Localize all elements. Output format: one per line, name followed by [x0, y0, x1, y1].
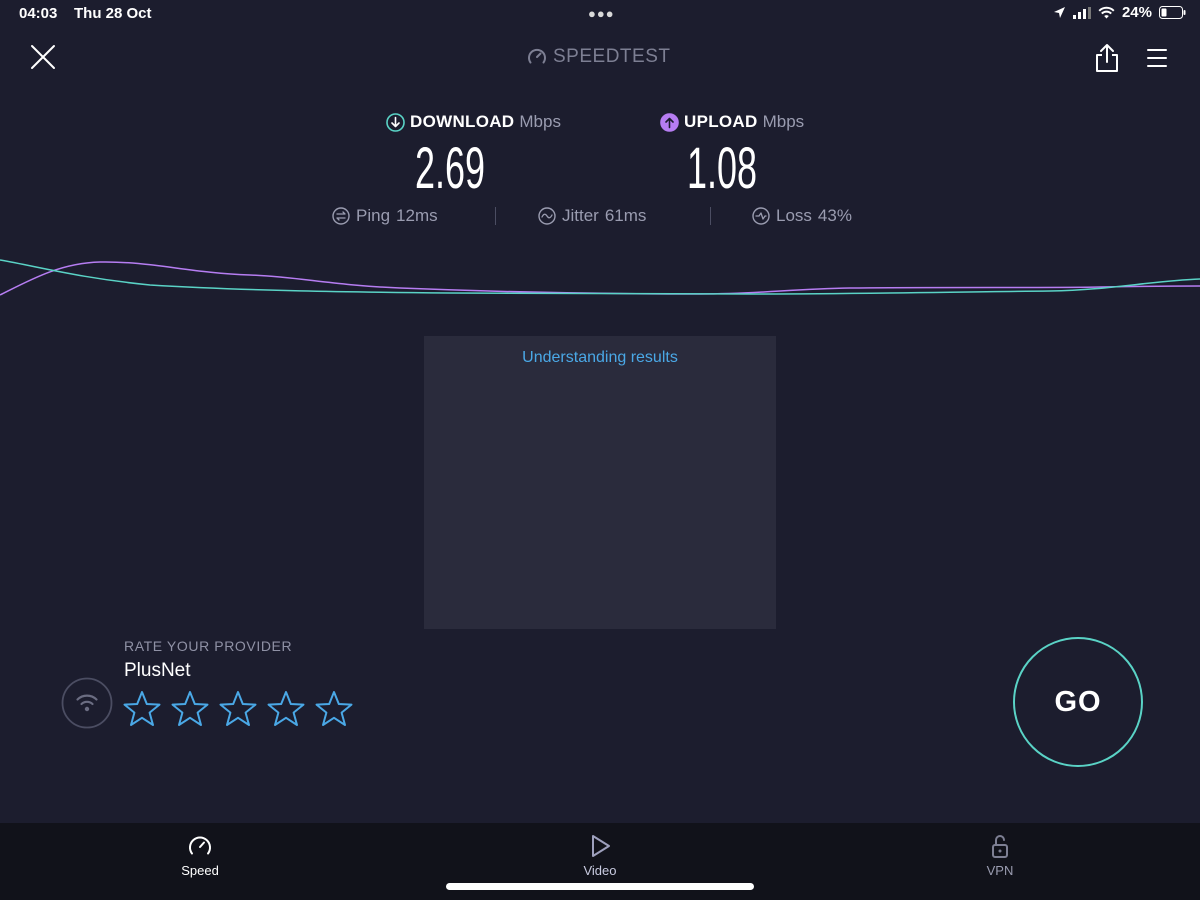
upload-speed-line: [0, 261, 1200, 296]
multitasking-dots[interactable]: ●●●: [588, 6, 615, 21]
download-arrow-icon: [386, 112, 405, 132]
ad-panel: Understanding results: [424, 336, 776, 629]
loss-label: Loss: [776, 206, 812, 225]
unlock-icon: [992, 835, 1008, 858]
rate-provider-label: RATE YOUR PROVIDER: [124, 638, 293, 654]
cellular-signal-icon: [1072, 6, 1091, 19]
download-header: DOWNLOAD Mbps: [386, 112, 561, 132]
play-icon: [592, 835, 610, 857]
go-label: GO: [1054, 685, 1102, 718]
location-icon: [1053, 7, 1065, 18]
status-icons: 24%: [1053, 4, 1186, 21]
battery-icon: [1159, 6, 1186, 19]
tab-video-label: Video: [583, 863, 617, 878]
upload-arrow-icon: [660, 112, 679, 132]
tab-video[interactable]: Video: [540, 833, 660, 878]
battery-percentage: 24%: [1121, 4, 1152, 21]
status-date: Thu 28 Oct: [74, 5, 152, 22]
ping-stat[interactable]: Ping 12ms: [332, 206, 438, 226]
upload-header: UPLOAD Mbps: [660, 112, 804, 132]
ping-value: 12ms: [396, 206, 438, 225]
speed-graph: [0, 259, 1200, 296]
jitter-value: 61ms: [604, 206, 647, 225]
speedometer-icon: [189, 836, 211, 855]
download-label: DOWNLOAD: [410, 112, 515, 131]
tab-speed-label: Speed: [181, 863, 219, 878]
wifi-icon: [1098, 6, 1115, 19]
download-unit: Mbps: [519, 112, 561, 131]
upload-unit: Mbps: [762, 112, 805, 131]
tab-speed[interactable]: Speed: [140, 833, 260, 878]
jitter-stat[interactable]: Jitter 61ms: [538, 206, 646, 226]
understanding-results-link[interactable]: Understanding results: [424, 349, 776, 367]
star-icon[interactable]: [171, 690, 209, 728]
close-icon[interactable]: [28, 42, 58, 72]
app-logo: SPEEDTEST: [527, 46, 670, 68]
divider: [710, 207, 711, 225]
download-speed-line: [0, 259, 1200, 295]
packet-loss-icon: [752, 207, 770, 225]
download-value: 2.69: [414, 136, 485, 201]
home-indicator[interactable]: [446, 883, 754, 890]
jitter-label: Jitter: [562, 206, 599, 225]
loss-value: 43%: [817, 206, 852, 225]
star-icon[interactable]: [267, 690, 305, 728]
tab-vpn-label: VPN: [986, 863, 1014, 878]
star-icon[interactable]: [315, 690, 353, 728]
loss-stat[interactable]: Loss 43%: [752, 206, 852, 226]
hamburger-menu-icon[interactable]: [1146, 47, 1168, 69]
star-rating[interactable]: [123, 690, 353, 728]
star-icon[interactable]: [219, 690, 257, 728]
go-button[interactable]: GO: [1013, 637, 1143, 767]
provider-wifi-icon: [61, 677, 113, 729]
star-icon[interactable]: [123, 690, 161, 728]
app-title: SPEEDTEST: [553, 46, 671, 67]
tab-vpn[interactable]: VPN: [940, 833, 1060, 878]
provider-name: PlusNet: [124, 660, 191, 681]
jitter-icon: [538, 207, 556, 225]
speedometer-logo-icon: [528, 48, 546, 64]
share-icon[interactable]: [1094, 43, 1120, 73]
status-time: 04:03: [19, 5, 58, 22]
ping-icon: [332, 207, 350, 225]
ping-label: Ping: [356, 206, 391, 225]
upload-value: 1.08: [686, 136, 757, 201]
upload-label: UPLOAD: [684, 112, 758, 131]
divider: [495, 207, 496, 225]
